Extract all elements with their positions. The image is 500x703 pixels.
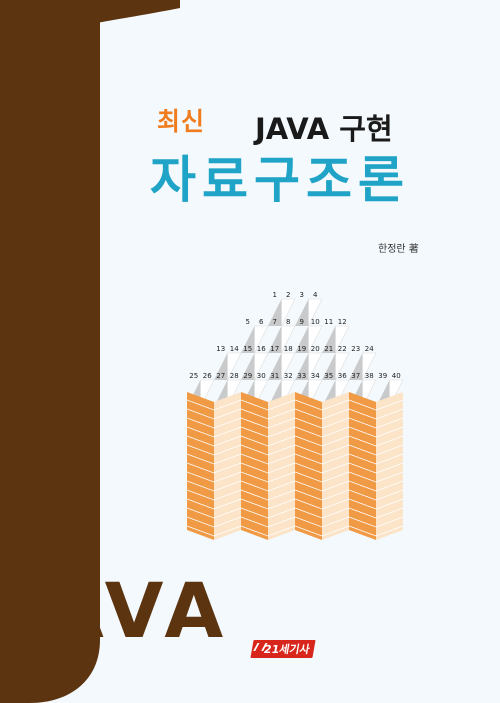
cell-index: 10 — [311, 318, 320, 326]
cell-index: 8 — [286, 318, 290, 326]
publisher-logo: 21세기사 — [250, 640, 316, 658]
cell-index: 9 — [300, 318, 304, 326]
cell-index: 11 — [324, 318, 333, 326]
cell-index: 28 — [230, 372, 239, 380]
cell-index: 26 — [203, 372, 212, 380]
cell-index: 36 — [338, 372, 347, 380]
cell-index: 37 — [351, 372, 360, 380]
cell-index: 32 — [284, 372, 293, 380]
cell-index: 18 — [284, 345, 293, 353]
cell-index: 31 — [270, 372, 279, 380]
cell-index: 38 — [365, 372, 374, 380]
cell-index: 34 — [311, 372, 320, 380]
cell-index: 33 — [297, 372, 306, 380]
cell-index: 29 — [243, 372, 252, 380]
cell-index: 23 — [351, 345, 360, 353]
cell-index: 35 — [324, 372, 333, 380]
cell-index: 5 — [246, 318, 250, 326]
cell-index: 17 — [270, 345, 279, 353]
cell-index: 21 — [324, 345, 333, 353]
cell-index: 20 — [311, 345, 320, 353]
cell-index: 7 — [273, 318, 277, 326]
cell-index: 27 — [216, 372, 225, 380]
cell-index: 1 — [273, 291, 277, 299]
cell-index: 39 — [378, 372, 387, 380]
publisher-name: 21세기사 — [262, 643, 311, 656]
cell-index: 12 — [338, 318, 347, 326]
cell-index: 6 — [259, 318, 264, 326]
book-cover: 최신 JAVA 구현 자료구조론 한정란 著 1 2 3 4 5 6 7 8 9 10 11 12 13… — [0, 0, 500, 703]
cell-index: 25 — [189, 372, 198, 380]
cell-index: 4 — [313, 291, 318, 299]
cell-index: 24 — [365, 345, 374, 353]
cell-index: 2 — [286, 291, 290, 299]
cell-index: 16 — [257, 345, 266, 353]
cell-index: 3 — [300, 291, 304, 299]
cell-index: 13 — [216, 345, 225, 353]
cell-index: 22 — [338, 345, 347, 353]
cell-index: 14 — [230, 345, 239, 353]
cell-index: 19 — [297, 345, 306, 353]
cell-index: 30 — [257, 372, 266, 380]
java-word: AVA — [45, 566, 230, 655]
cell-index: 40 — [392, 372, 401, 380]
cell-index: 15 — [243, 345, 252, 353]
